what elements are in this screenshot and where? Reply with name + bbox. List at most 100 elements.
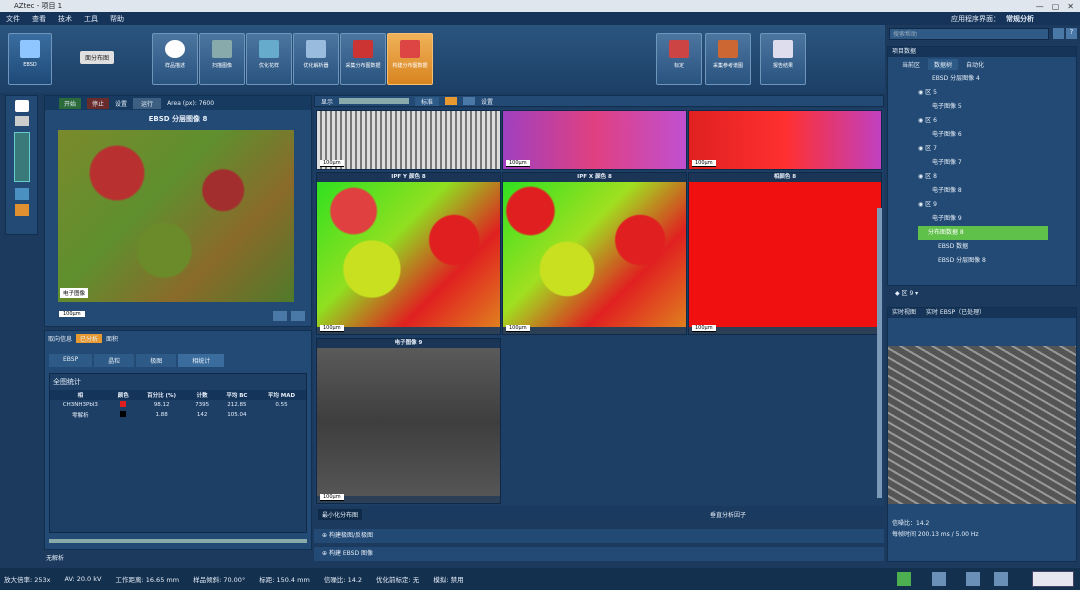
- menu-help[interactable]: 帮助: [104, 14, 130, 24]
- section-pole-figure[interactable]: ⊕ 构建极图/反极图: [314, 529, 884, 543]
- tree-item[interactable]: ◉ 区 5: [918, 86, 1076, 100]
- menu-view[interactable]: 查看: [26, 14, 52, 24]
- tree-item[interactable]: EBSD 数据: [918, 240, 1076, 254]
- oxford-logo: [1032, 571, 1074, 587]
- app-mode[interactable]: 常规分析: [1006, 15, 1034, 23]
- tab-automation[interactable]: 自动化: [960, 59, 990, 70]
- tool-icon[interactable]: [966, 572, 980, 586]
- menu-file[interactable]: 文件: [0, 14, 26, 24]
- subtab-grain[interactable]: 晶粒: [94, 354, 135, 367]
- hand-icon[interactable]: [14, 100, 29, 112]
- layout-icon[interactable]: [14, 116, 29, 126]
- show-label: 显示: [321, 98, 334, 106]
- live-mode-select[interactable]: 实时 EBSP（已处理）: [926, 308, 985, 318]
- tree-item[interactable]: 电子图像 7: [918, 156, 1076, 170]
- index-button[interactable]: 标定: [656, 33, 702, 85]
- tree-item[interactable]: ◉ 区 7: [918, 142, 1076, 156]
- stop-button[interactable]: 停止: [87, 97, 110, 109]
- electron-image-tile[interactable]: 电子图像 9 100μm: [316, 338, 501, 504]
- ebsd-technique-button[interactable]: EBSD: [8, 33, 52, 85]
- map-tile[interactable]: 100μm: [316, 110, 501, 170]
- subtab-pole[interactable]: 极图: [136, 354, 177, 367]
- export-green-icon[interactable]: [897, 572, 911, 586]
- step-acquire[interactable]: 采集分布图数据: [340, 33, 386, 85]
- tree-item[interactable]: EBSD 分层图像 8: [918, 254, 1076, 268]
- step-sample[interactable]: 样品描述: [152, 33, 198, 85]
- center-toolbar: 显示 标准 设置: [314, 95, 884, 107]
- run-button[interactable]: 运行: [133, 97, 162, 109]
- map-tile[interactable]: 100μm: [502, 110, 687, 170]
- ipf-y-map: [317, 182, 500, 327]
- v-scrollbar[interactable]: [877, 208, 882, 498]
- phase-map: [689, 182, 881, 327]
- live-view-panel: 实时视图 实时 EBSP（已处理） 信噪比：14.2 每帧时间 200.13 m…: [887, 307, 1077, 562]
- section-ebsd-image[interactable]: ⊕ 构建 EBSD 图像: [314, 547, 884, 561]
- zoom-tools[interactable]: [13, 132, 30, 182]
- step-pattern[interactable]: 优化花样: [246, 33, 292, 85]
- factor-button[interactable]: 垂直分析因子: [710, 510, 746, 519]
- step-solver[interactable]: 优化解析器: [293, 33, 339, 85]
- solver-icon: [306, 40, 326, 58]
- settings-button[interactable]: 设置: [115, 99, 127, 108]
- tab-area[interactable]: 面积: [106, 334, 118, 343]
- tab-data-tree[interactable]: 数据树: [928, 59, 959, 70]
- report-button[interactable]: 报告结果: [760, 33, 806, 85]
- table-row[interactable]: CH3NH3PbI3 98.12 7395 212.85 0.55: [50, 400, 306, 410]
- export-icon[interactable]: [273, 311, 287, 321]
- ribbon: EBSD 面分布图 样品描述 扫描图像 优化花样 优化解析器 采集分布图数据 构…: [0, 25, 885, 93]
- step-construct[interactable]: 构建分布图数据: [387, 33, 433, 85]
- ipf-y-tile[interactable]: IPF Y 颜色 8 100μm: [316, 172, 501, 335]
- tab-analyzed[interactable]: 已分析: [76, 334, 103, 343]
- acquire-map-icon: [353, 40, 373, 58]
- left-toolbar: [5, 95, 38, 235]
- table-row[interactable]: 零解析 1.88 142 105.04: [50, 410, 306, 420]
- construct-map-icon: [400, 40, 420, 58]
- pen-icon[interactable]: [994, 572, 1008, 586]
- zone-selector[interactable]: ◆ 区 9 ▾: [895, 288, 918, 297]
- menu-technique[interactable]: 技术: [52, 14, 78, 24]
- start-button[interactable]: 开始: [59, 97, 82, 109]
- step-scan[interactable]: 扫描图像: [199, 33, 245, 85]
- tree-item[interactable]: 电子图像 9: [918, 212, 1076, 226]
- mode-selector[interactable]: 面分布图: [80, 51, 115, 64]
- subtab-ebsp[interactable]: EBSP: [49, 354, 93, 367]
- std-select[interactable]: 标准: [415, 96, 440, 106]
- stats-title: 全图统计: [53, 378, 81, 386]
- layout-alt-icon[interactable]: [463, 97, 476, 105]
- phase-tile[interactable]: 相颜色 8 100μm: [688, 172, 882, 335]
- info-tool-icon[interactable]: [14, 188, 29, 200]
- pattern-icon: [259, 40, 279, 58]
- tree-item-selected[interactable]: 分布图数据 8: [918, 226, 1048, 240]
- subtab-phase[interactable]: 相统计: [178, 354, 225, 367]
- search-input[interactable]: 搜索帮助: [889, 28, 1049, 40]
- zoom-icon[interactable]: [291, 311, 305, 321]
- col-phase: 相: [77, 393, 84, 399]
- menu-tools[interactable]: 工具: [78, 14, 104, 24]
- tree-item[interactable]: 电子图像 8: [918, 184, 1076, 198]
- image-tool-icon[interactable]: [14, 204, 29, 216]
- help-icon[interactable]: ?: [1066, 28, 1077, 39]
- status-detector: 标距: 150.4 mm: [259, 576, 310, 584]
- h-scrollbar[interactable]: [49, 539, 307, 543]
- tree-item[interactable]: 电子图像 6: [918, 128, 1076, 142]
- minimize-map-tab[interactable]: 最小化分布图: [318, 508, 363, 520]
- tab-orientation[interactable]: 取向信息: [48, 334, 72, 343]
- ipf-x-tile[interactable]: IPF X 颜色 8 100μm: [502, 172, 687, 335]
- brightness-slider[interactable]: [339, 98, 410, 104]
- tree-item[interactable]: ◉ 区 8: [918, 170, 1076, 184]
- tree-item[interactable]: EBSD 分层图像 4: [918, 72, 1076, 86]
- probe-icon[interactable]: [932, 572, 946, 586]
- ebsd-layered-map[interactable]: 电子图像: [58, 130, 294, 302]
- tree-item[interactable]: ◉ 区 6: [918, 114, 1076, 128]
- tab-current-zone[interactable]: 当前区: [896, 59, 926, 70]
- reference-button[interactable]: 采集参考谱图: [705, 33, 751, 85]
- data-tree: EBSD 分层图像 4 ◉ 区 5 电子图像 5 ◉ 区 6 电子图像 6 ◉ …: [888, 72, 1076, 268]
- frame-time: 每帧时间 200.13 ms / 5.00 Hz: [892, 531, 979, 538]
- tree-item[interactable]: 电子图像 5: [918, 100, 1076, 114]
- tree-item[interactable]: ◉ 区 9: [918, 198, 1076, 212]
- search-icon[interactable]: [1053, 28, 1064, 39]
- center-settings[interactable]: 设置: [481, 97, 493, 106]
- layout-grid-icon[interactable]: [445, 97, 458, 105]
- map-tile[interactable]: 100μm: [688, 110, 882, 170]
- status-kv: AV: 20.0 kV: [64, 575, 102, 583]
